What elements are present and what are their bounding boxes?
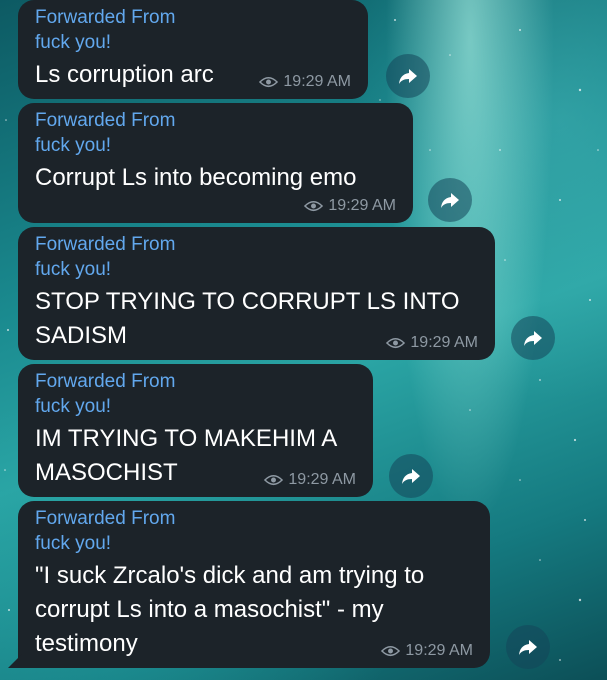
forwarded-sender-link[interactable]: fuck you! [35,531,474,556]
message-bubble[interactable]: Forwarded From fuck you! Corrupt Ls into… [18,103,413,223]
message-time: 19:29 AM [405,642,473,659]
share-button[interactable] [389,454,433,498]
forwarded-sender-link[interactable]: fuck you! [35,394,357,419]
eye-icon [304,200,324,212]
message-meta: 19:29 AM [386,334,478,352]
forwarded-from-label: Forwarded From [35,7,176,28]
message-bubble[interactable]: Forwarded From fuck you! Ls corruption a… [18,0,368,99]
message-time: 19:29 AM [288,471,356,488]
eye-icon [259,76,279,88]
message-time: 19:29 AM [283,73,351,90]
forwarded-from-label: Forwarded From [35,371,176,392]
share-button[interactable] [428,178,472,222]
eye-icon [264,474,284,486]
eye-icon [381,645,401,657]
message-time: 19:29 AM [328,197,396,214]
forwarded-sender-link[interactable]: fuck you! [35,257,479,282]
forwarded-sender-link[interactable]: fuck you! [35,30,352,55]
share-button[interactable] [386,54,430,98]
share-arrow-icon [399,69,417,84]
message-bubble[interactable]: Forwarded From fuck you! IM TRYING TO MA… [18,364,373,497]
share-arrow-icon [441,193,459,208]
forwarded-from-label: Forwarded From [35,110,176,131]
message-text: Corrupt Ls into becoming emo [35,164,357,191]
eye-icon [386,337,406,349]
message-meta: 19:29 AM [259,73,351,91]
share-arrow-icon [519,640,537,655]
message-bubble[interactable]: Forwarded From fuck you! "I suck Zrcalo'… [18,501,490,668]
message-meta: 19:29 AM [264,471,356,489]
message-bubble[interactable]: Forwarded From fuck you! STOP TRYING TO … [18,227,495,360]
share-button[interactable] [511,316,555,360]
bubble-tail [8,654,22,668]
forwarded-from-label: Forwarded From [35,234,176,255]
share-arrow-icon [402,469,420,484]
forwarded-sender-link[interactable]: fuck you! [35,133,397,158]
message-meta: 19:29 AM [381,642,473,660]
share-arrow-icon [524,331,542,346]
message-meta: 19:29 AM [304,197,396,215]
message-time: 19:29 AM [410,334,478,351]
share-button[interactable] [506,625,550,669]
forwarded-from-label: Forwarded From [35,508,176,529]
